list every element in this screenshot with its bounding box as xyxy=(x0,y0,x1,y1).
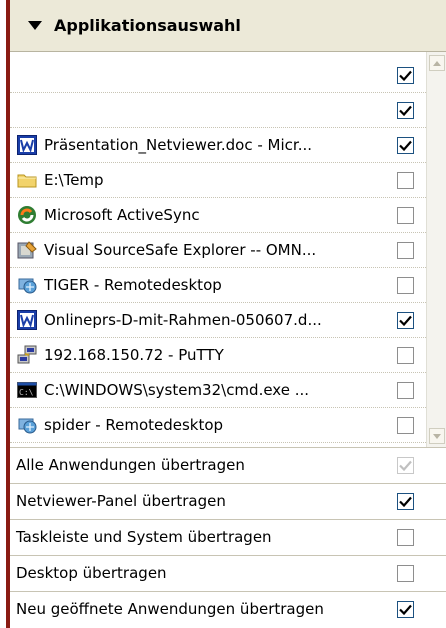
putty-icon xyxy=(16,344,38,366)
app-checkbox[interactable] xyxy=(397,171,414,189)
empty-icon-slot xyxy=(16,99,38,121)
app-label: Visual SourceSafe Explorer -- OMN... xyxy=(44,241,317,259)
option-label: Netviewer-Panel übertragen xyxy=(16,492,226,510)
app-checkbox[interactable] xyxy=(397,66,414,84)
option-row[interactable]: Neu geöffnete Anwendungen übertragen xyxy=(10,591,446,626)
app-row[interactable]: Microsoft ActiveSync xyxy=(10,198,426,233)
panel-title: Applikationsauswahl xyxy=(54,16,241,35)
option-checkbox[interactable] xyxy=(397,600,414,618)
arrow-up-icon xyxy=(433,60,441,66)
option-checkbox[interactable] xyxy=(397,528,414,546)
app-checkbox[interactable] xyxy=(397,416,414,434)
app-checkbox[interactable] xyxy=(397,241,414,259)
option-row[interactable]: Taskleiste und System übertragen xyxy=(10,519,446,554)
app-row[interactable]: E:\Temp xyxy=(10,163,426,198)
app-checkbox[interactable] xyxy=(397,206,414,224)
app-label: 192.168.150.72 - PuTTY xyxy=(44,346,224,364)
app-label: Präsentation_Netviewer.doc - Micr... xyxy=(44,136,313,154)
folder-icon xyxy=(16,169,38,191)
app-checkbox[interactable] xyxy=(397,346,414,364)
app-checkbox[interactable] xyxy=(397,381,414,399)
collapse-triangle-icon[interactable] xyxy=(28,21,42,30)
word-doc-icon xyxy=(16,134,38,156)
panel-header[interactable]: Applikationsauswahl xyxy=(10,0,446,52)
option-row[interactable]: Netviewer-Panel übertragen xyxy=(10,483,446,518)
option-label: Desktop übertragen xyxy=(16,564,167,582)
app-checkbox[interactable] xyxy=(397,101,414,119)
option-row[interactable]: Desktop übertragen xyxy=(10,555,446,590)
app-checkbox[interactable] xyxy=(397,311,414,329)
list-scrollbar[interactable] xyxy=(426,52,446,447)
arrow-down-icon xyxy=(433,433,441,439)
app-label: E:\Temp xyxy=(44,171,104,189)
app-checkbox[interactable] xyxy=(397,276,414,294)
cmd-icon: C:\ xyxy=(16,379,38,401)
app-label: TIGER - Remotedesktop xyxy=(44,276,222,294)
option-label: Neu geöffnete Anwendungen übertragen xyxy=(16,600,324,618)
activesync-icon xyxy=(16,204,38,226)
app-row[interactable]: 192.168.150.72 - PuTTY xyxy=(10,338,426,373)
scroll-up-button[interactable] xyxy=(429,55,445,71)
app-row[interactable] xyxy=(10,58,426,93)
option-row[interactable]: Alle Anwendungen übertragen xyxy=(10,447,446,482)
app-row[interactable] xyxy=(10,93,426,128)
scroll-down-button[interactable] xyxy=(429,428,445,444)
application-list: Präsentation_Netviewer.doc - Micr... E:\T… xyxy=(10,52,426,447)
svg-text:C:\: C:\ xyxy=(19,388,34,397)
app-row[interactable]: Onlineprs-D-mit-Rahmen-050607.d... xyxy=(10,303,426,338)
application-selection-panel: Applikationsauswahl Präsentation_Netview… xyxy=(6,0,446,628)
app-checkbox[interactable] xyxy=(397,136,414,154)
option-label: Taskleiste und System übertragen xyxy=(16,528,272,546)
app-row[interactable]: TIGER - Remotedesktop xyxy=(10,268,426,303)
word-doc-icon xyxy=(16,309,38,331)
app-row[interactable]: Präsentation_Netviewer.doc - Micr... xyxy=(10,128,426,163)
option-checkbox xyxy=(397,456,414,474)
app-row[interactable]: Visual SourceSafe Explorer -- OMN... xyxy=(10,233,426,268)
empty-icon-slot xyxy=(16,64,38,86)
app-row[interactable]: C:\ C:\WINDOWS\system32\cmd.exe ... xyxy=(10,373,426,408)
app-label: Microsoft ActiveSync xyxy=(44,206,200,224)
option-label: Alle Anwendungen übertragen xyxy=(16,456,245,474)
remote-desktop-icon xyxy=(16,414,38,436)
transfer-options: Alle Anwendungen übertragen Netviewer-Pan… xyxy=(10,447,446,628)
option-checkbox[interactable] xyxy=(397,492,414,510)
app-label: Onlineprs-D-mit-Rahmen-050607.d... xyxy=(44,311,322,329)
sourcesafe-icon xyxy=(16,239,38,261)
option-checkbox[interactable] xyxy=(397,564,414,582)
app-label: C:\WINDOWS\system32\cmd.exe ... xyxy=(44,381,310,399)
remote-desktop-icon xyxy=(16,274,38,296)
app-row[interactable]: spider - Remotedesktop xyxy=(10,408,426,443)
app-label: spider - Remotedesktop xyxy=(44,416,224,434)
